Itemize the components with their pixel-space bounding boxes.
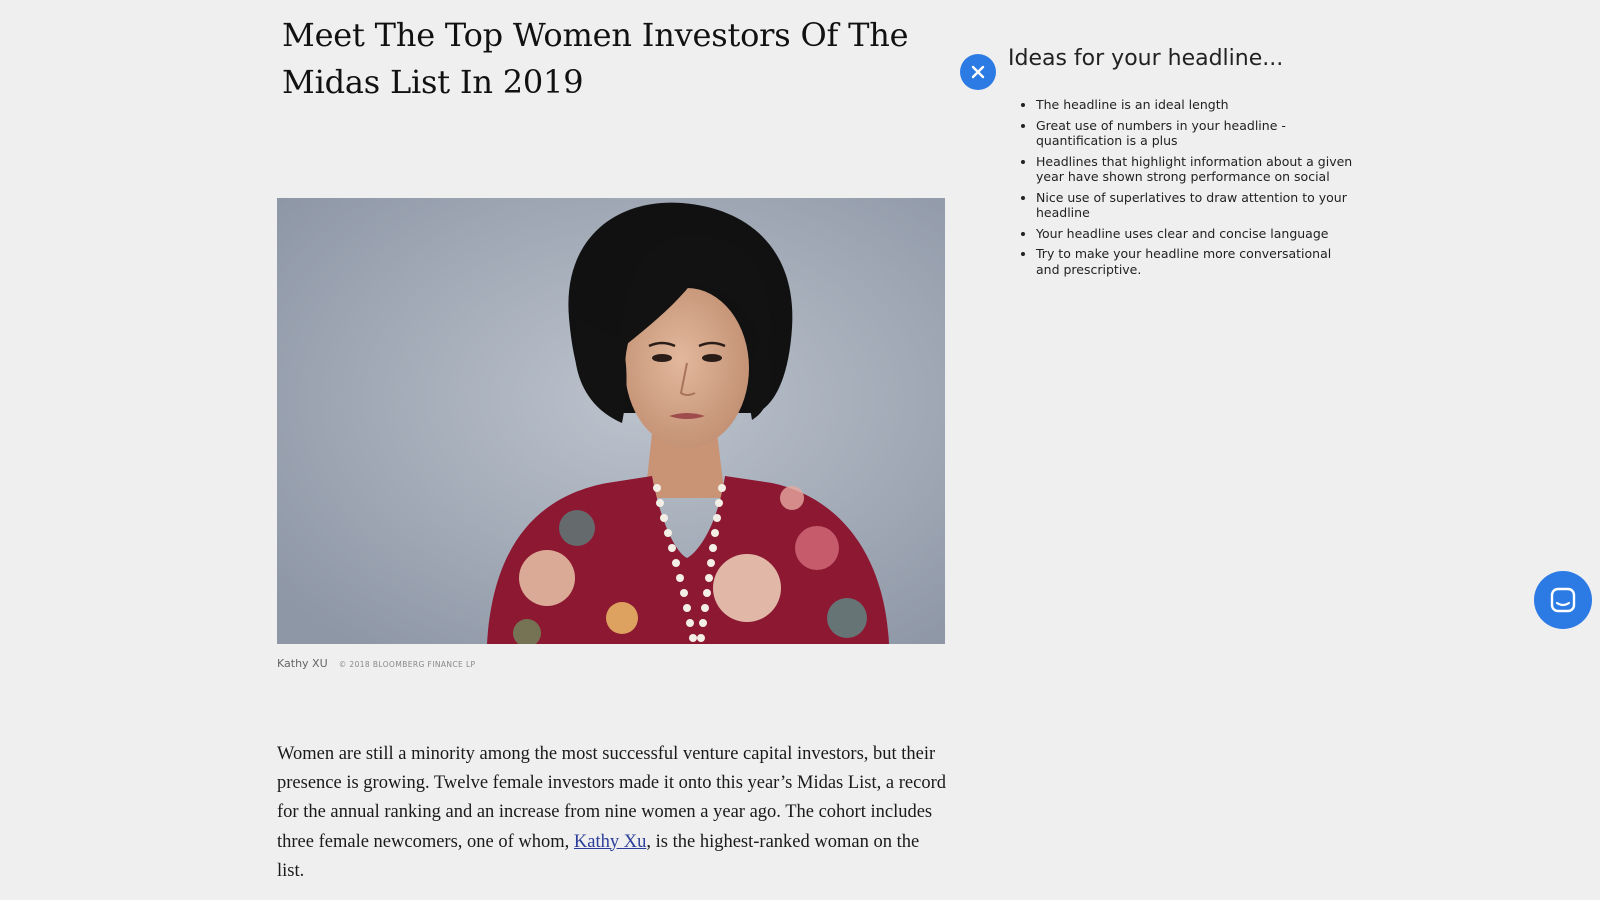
caption-name: Kathy XU: [277, 657, 328, 670]
close-panel-button[interactable]: [960, 54, 996, 90]
close-icon: [971, 65, 985, 79]
headline-tips-list: The headline is an ideal length Great us…: [1018, 97, 1358, 282]
article-body-paragraph: Women are still a minority among the mos…: [277, 740, 947, 886]
article-hero-image: [277, 198, 945, 644]
list-item: Great use of numbers in your headline - …: [1036, 118, 1358, 149]
headline-panel-title: Ideas for your headline...: [1008, 46, 1284, 71]
list-item: Your headline uses clear and concise lan…: [1036, 226, 1358, 242]
list-item: Headlines that highlight information abo…: [1036, 154, 1358, 185]
caption-credit: © 2018 BLOOMBERG FINANCE LP: [338, 660, 476, 669]
article-headline: Meet The Top Women Investors Of The Mida…: [282, 16, 909, 101]
image-caption: Kathy XU © 2018 BLOOMBERG FINANCE LP: [277, 652, 475, 671]
list-item: The headline is an ideal length: [1036, 97, 1358, 113]
chat-icon: [1550, 587, 1576, 613]
list-item: Try to make your headline more conversat…: [1036, 246, 1358, 277]
portrait-photo: [277, 198, 945, 644]
list-item: Nice use of superlatives to draw attenti…: [1036, 190, 1358, 221]
kathy-xu-link[interactable]: Kathy Xu: [574, 832, 646, 852]
chat-widget-button[interactable]: [1534, 571, 1592, 629]
